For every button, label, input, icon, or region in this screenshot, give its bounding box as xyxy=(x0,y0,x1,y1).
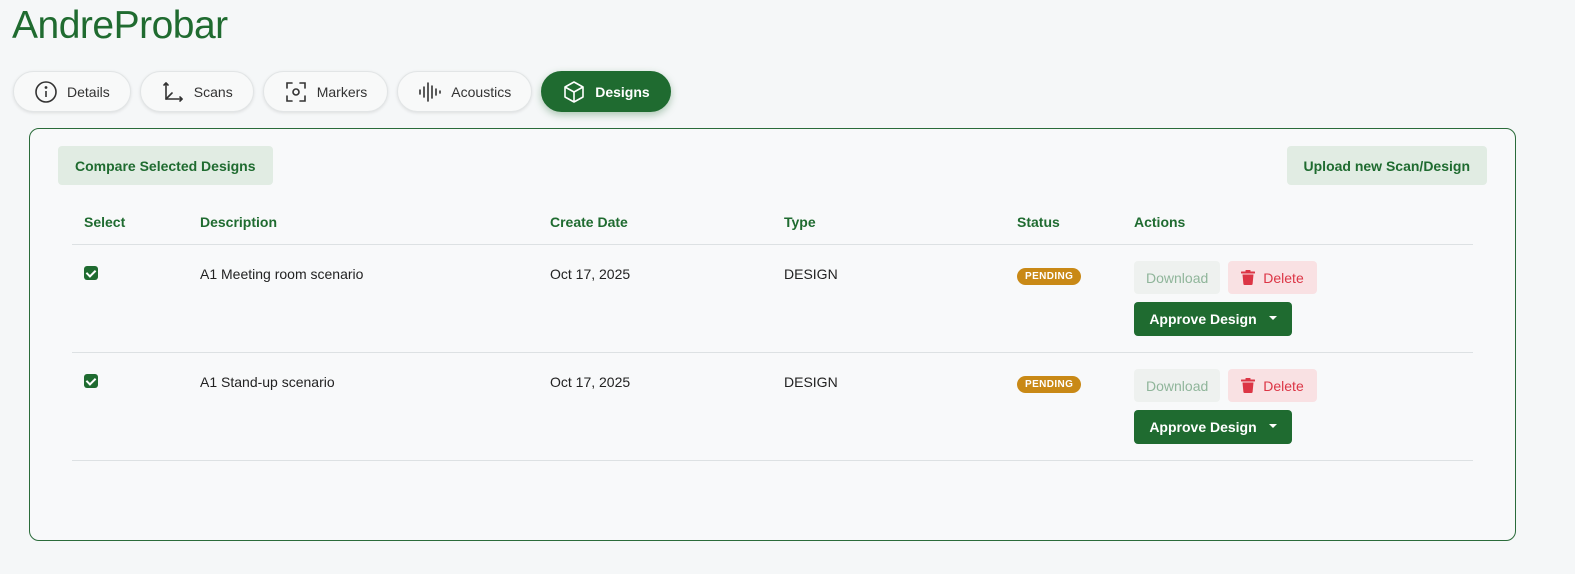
table-header: Select Description Create Date Type Stat… xyxy=(72,200,1473,245)
select-checkbox[interactable] xyxy=(84,266,98,280)
designs-panel: Compare Selected Designs Upload new Scan… xyxy=(29,128,1516,541)
row-type: DESIGN xyxy=(784,266,838,282)
delete-label: Delete xyxy=(1263,269,1304,286)
tab-label: Acoustics xyxy=(451,83,512,100)
table-row: A1 Stand-up scenario Oct 17, 2025 DESIGN… xyxy=(72,353,1473,461)
header-actions: Actions xyxy=(1134,214,1186,230)
approve-label: Approve Design xyxy=(1149,419,1257,435)
header-type: Type xyxy=(784,214,816,230)
tab-label: Scans xyxy=(193,83,233,100)
header-select: Select xyxy=(84,214,126,230)
tab-designs[interactable]: Designs xyxy=(541,71,671,112)
compare-selected-button[interactable]: Compare Selected Designs xyxy=(58,146,273,185)
app-title: AndreProbar xyxy=(12,4,228,47)
tab-bar: Details Scans Markers Acoustics Designs xyxy=(13,71,671,112)
download-button[interactable]: Download xyxy=(1134,261,1221,294)
select-checkbox[interactable] xyxy=(84,374,98,388)
tab-label: Designs xyxy=(595,83,650,100)
tab-details[interactable]: Details xyxy=(13,71,131,112)
row-type: DESIGN xyxy=(784,374,838,390)
delete-button[interactable]: Delete xyxy=(1228,369,1317,402)
cube-icon xyxy=(564,80,585,103)
row-description: A1 Meeting room scenario xyxy=(200,266,364,282)
axes-icon xyxy=(162,81,183,102)
tab-label: Markers xyxy=(316,83,368,100)
delete-label: Delete xyxy=(1263,377,1304,394)
row-description: A1 Stand-up scenario xyxy=(200,374,335,390)
status-badge: PENDING xyxy=(1017,268,1082,285)
header-status: Status xyxy=(1017,214,1060,230)
tab-label: Details xyxy=(67,83,110,100)
tab-acoustics[interactable]: Acoustics xyxy=(397,71,533,112)
delete-button[interactable]: Delete xyxy=(1228,261,1317,294)
caret-down-icon xyxy=(1268,316,1277,320)
waveform-icon xyxy=(419,81,442,102)
header-create-date: Create Date xyxy=(550,214,628,230)
row-create-date: Oct 17, 2025 xyxy=(550,266,631,282)
trash-icon xyxy=(1241,378,1256,393)
trash-icon xyxy=(1241,270,1256,285)
scan-target-icon xyxy=(285,81,306,102)
approve-design-button[interactable]: Approve Design xyxy=(1134,302,1292,336)
row-create-date: Oct 17, 2025 xyxy=(550,374,631,390)
info-icon xyxy=(35,80,57,103)
header-description: Description xyxy=(200,214,278,230)
approve-design-button[interactable]: Approve Design xyxy=(1134,410,1292,444)
status-badge: PENDING xyxy=(1017,376,1082,393)
approve-label: Approve Design xyxy=(1149,311,1257,327)
table-row: A1 Meeting room scenario Oct 17, 2025 DE… xyxy=(72,245,1473,353)
caret-down-icon xyxy=(1268,424,1277,428)
row-actions: Download Delete Approve Design xyxy=(1134,353,1473,460)
upload-button[interactable]: Upload new Scan/Design xyxy=(1286,146,1487,185)
tab-markers[interactable]: Markers xyxy=(262,71,389,112)
tab-scans[interactable]: Scans xyxy=(139,71,254,112)
designs-table: Select Description Create Date Type Stat… xyxy=(72,200,1473,461)
download-button[interactable]: Download xyxy=(1134,369,1221,402)
row-actions: Download Delete Approve Design xyxy=(1134,245,1473,352)
